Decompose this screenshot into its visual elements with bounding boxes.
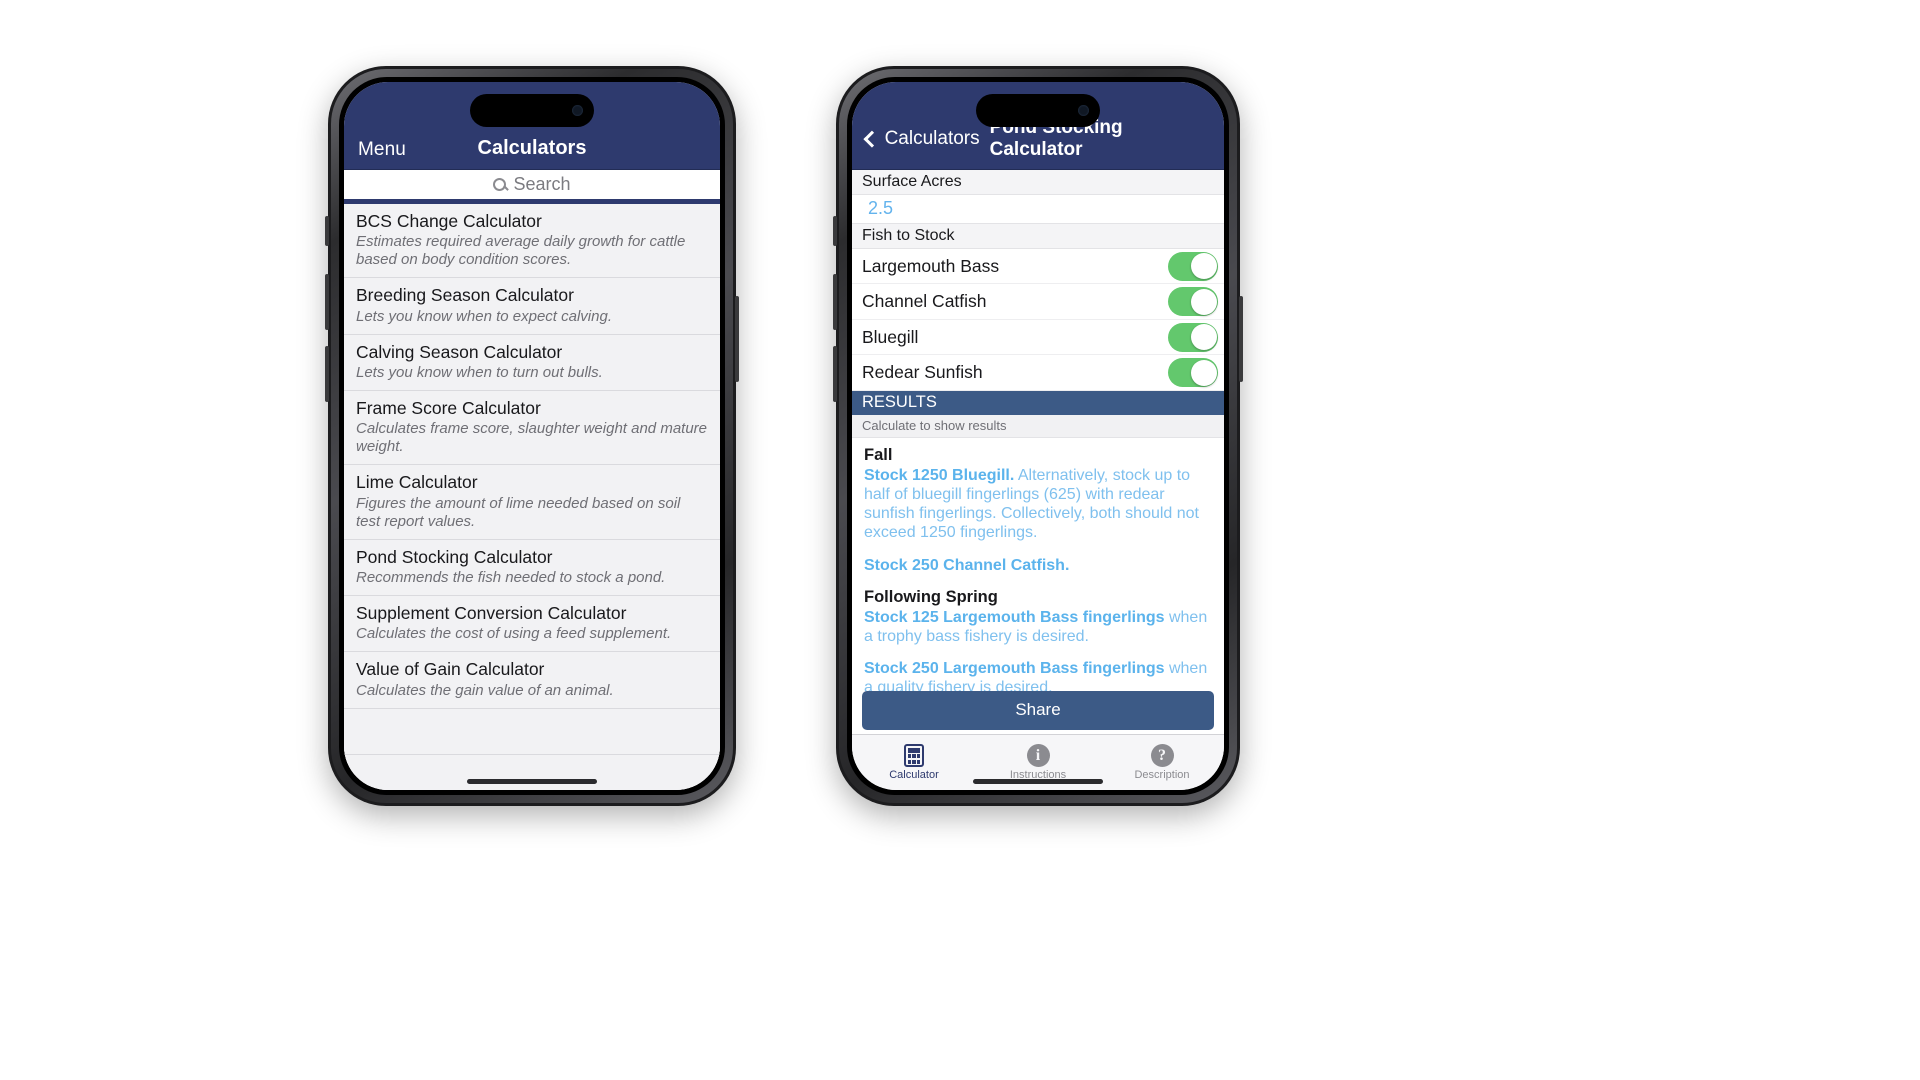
list-item[interactable]: Breeding Season Calculator Lets you know… bbox=[344, 278, 720, 335]
phone-screen-right: Calculators Pond Stocking Calculator Sur… bbox=[852, 82, 1224, 790]
results-spring-trophy-bold: Stock 125 Largemouth Bass fingerlings bbox=[864, 608, 1165, 626]
results-spring-heading: Following Spring bbox=[864, 587, 998, 606]
power-button[interactable] bbox=[735, 296, 739, 382]
fish-to-stock-label: Fish to Stock bbox=[852, 224, 1224, 249]
volume-up-button[interactable] bbox=[833, 274, 837, 330]
toggle-knob bbox=[1190, 253, 1217, 280]
list-item-description: Calculates frame score, slaughter weight… bbox=[356, 420, 708, 456]
list-item-description: Estimates required average daily growth … bbox=[356, 233, 686, 269]
toggle-knob bbox=[1190, 324, 1217, 351]
results-content: Fall Stock 1250 Bluegill. Alternatively,… bbox=[852, 437, 1224, 692]
toggle-knob bbox=[1190, 359, 1217, 386]
fish-row[interactable]: Redear Sunfish bbox=[852, 355, 1224, 391]
fish-name: Largemouth Bass bbox=[862, 255, 1000, 276]
list-item-title: Breeding Season Calculator bbox=[356, 285, 574, 306]
volume-down-button[interactable] bbox=[833, 346, 837, 402]
list-empty-row bbox=[344, 754, 720, 790]
dynamic-island-left bbox=[470, 94, 594, 127]
list-item-description: Calculates the gain value of an animal. bbox=[356, 681, 614, 699]
tab-calculator-label: Calculator bbox=[889, 769, 939, 781]
calculator-icon bbox=[904, 744, 924, 767]
list-empty-row bbox=[344, 708, 720, 755]
phone-bezel-right: Calculators Pond Stocking Calculator Sur… bbox=[847, 77, 1229, 795]
results-spring-trophy: Stock 125 Largemouth Bass fingerlings wh… bbox=[864, 608, 1212, 646]
fish-toggle[interactable] bbox=[1168, 322, 1218, 352]
list-item-description: Recommends the fish needed to stock a po… bbox=[356, 569, 666, 587]
share-button-container: Share bbox=[852, 691, 1224, 734]
results-fall-bluegill: Stock 1250 Bluegill. Alternatively, stoc… bbox=[864, 466, 1212, 543]
question-icon: ? bbox=[1150, 744, 1174, 767]
list-item-description: Lets you know when to expect calving. bbox=[356, 307, 612, 325]
phone-bezel-left: Menu Calculators Search BCS Change Calcu… bbox=[339, 77, 725, 795]
results-note: Calculate to show results bbox=[852, 414, 1224, 438]
list-item[interactable]: Frame Score Calculator Calculates frame … bbox=[344, 391, 720, 466]
list-item[interactable]: Lime Calculator Figures the amount of li… bbox=[344, 465, 720, 540]
volume-down-button[interactable] bbox=[325, 346, 329, 402]
surface-acres-label: Surface Acres bbox=[852, 170, 1224, 195]
chevron-left-icon bbox=[863, 130, 881, 147]
home-indicator[interactable] bbox=[467, 779, 597, 784]
list-item-description: Figures the amount of lime needed based … bbox=[356, 494, 681, 530]
list-item-title: Supplement Conversion Calculator bbox=[356, 603, 627, 624]
results-fall-heading: Fall bbox=[864, 445, 893, 464]
calculator-list[interactable]: BCS Change Calculator Estimates required… bbox=[344, 204, 720, 790]
fish-name: Bluegill bbox=[862, 326, 919, 347]
toggle-knob bbox=[1190, 288, 1217, 315]
list-item-title: Lime Calculator bbox=[356, 472, 478, 493]
dynamic-island-right bbox=[976, 94, 1100, 127]
fish-toggle[interactable] bbox=[1168, 251, 1218, 281]
list-item-description: Calculates the cost of using a feed supp… bbox=[356, 625, 672, 643]
phone-device-right: Calculators Pond Stocking Calculator Sur… bbox=[833, 66, 1243, 806]
list-item-description: Lets you know when to turn out bulls. bbox=[356, 364, 603, 382]
fish-toggle[interactable] bbox=[1168, 358, 1218, 388]
tab-description-label: Description bbox=[1134, 769, 1190, 781]
search-input[interactable]: Search bbox=[513, 174, 570, 195]
info-icon: i bbox=[1026, 744, 1050, 767]
phone-screen-left: Menu Calculators Search BCS Change Calcu… bbox=[344, 82, 720, 790]
results-fall-catfish-bold: Stock 250 Channel Catfish. bbox=[864, 556, 1070, 574]
fish-row[interactable]: Bluegill bbox=[852, 319, 1224, 356]
results-fall-catfish: Stock 250 Channel Catfish. bbox=[864, 556, 1212, 575]
fish-toggle[interactable] bbox=[1168, 287, 1218, 317]
volume-up-button[interactable] bbox=[325, 274, 329, 330]
power-button[interactable] bbox=[1239, 296, 1243, 382]
front-camera-icon bbox=[1078, 105, 1089, 116]
front-camera-icon bbox=[572, 105, 583, 116]
list-item[interactable]: Value of Gain Calculator Calculates the … bbox=[344, 652, 720, 709]
list-item[interactable]: BCS Change Calculator Estimates required… bbox=[344, 204, 720, 279]
tab-calculator[interactable]: Calculator bbox=[852, 735, 976, 790]
list-item-title: Value of Gain Calculator bbox=[356, 659, 545, 680]
fish-row[interactable]: Channel Catfish bbox=[852, 284, 1224, 320]
list-item-title: BCS Change Calculator bbox=[356, 211, 542, 231]
results-spring-quality: Stock 250 Largemouth Bass fingerlings wh… bbox=[864, 659, 1212, 691]
list-item[interactable]: Supplement Conversion Calculator Calcula… bbox=[344, 596, 720, 653]
search-bar[interactable]: Search bbox=[344, 170, 720, 204]
page-title: Calculators bbox=[477, 137, 587, 159]
results-spring-quality-bold: Stock 250 Largemouth Bass fingerlings bbox=[864, 660, 1165, 678]
list-item-title: Calving Season Calculator bbox=[356, 341, 563, 362]
list-item[interactable]: Calving Season Calculator Lets you know … bbox=[344, 334, 720, 392]
fish-row[interactable]: Largemouth Bass bbox=[852, 249, 1224, 285]
list-item-title: Pond Stocking Calculator bbox=[356, 546, 553, 567]
share-button[interactable]: Share bbox=[862, 691, 1214, 731]
fish-name: Redear Sunfish bbox=[862, 362, 983, 383]
calculator-form: Surface Acres 2.5 Fish to Stock Largemou… bbox=[852, 170, 1224, 734]
results-fall-bluegill-bold: Stock 1250 Bluegill. bbox=[864, 466, 1015, 484]
list-item[interactable]: Pond Stocking Calculator Recommends the … bbox=[344, 539, 720, 597]
mute-switch[interactable] bbox=[325, 216, 329, 246]
search-icon bbox=[493, 178, 507, 191]
home-indicator[interactable] bbox=[973, 779, 1103, 784]
mute-switch[interactable] bbox=[833, 216, 837, 246]
fish-name: Channel Catfish bbox=[862, 291, 987, 312]
list-item-title: Frame Score Calculator bbox=[356, 398, 541, 419]
results-section-header: RESULTS bbox=[852, 390, 1224, 415]
screenshot-stage: Menu Calculators Search BCS Change Calcu… bbox=[0, 0, 1920, 1080]
phone-device-left: Menu Calculators Search BCS Change Calcu… bbox=[325, 66, 739, 806]
back-button-label: Calculators bbox=[884, 128, 980, 149]
tab-description[interactable]: ? Description bbox=[1100, 735, 1224, 790]
surface-acres-input[interactable]: 2.5 bbox=[852, 195, 1224, 224]
